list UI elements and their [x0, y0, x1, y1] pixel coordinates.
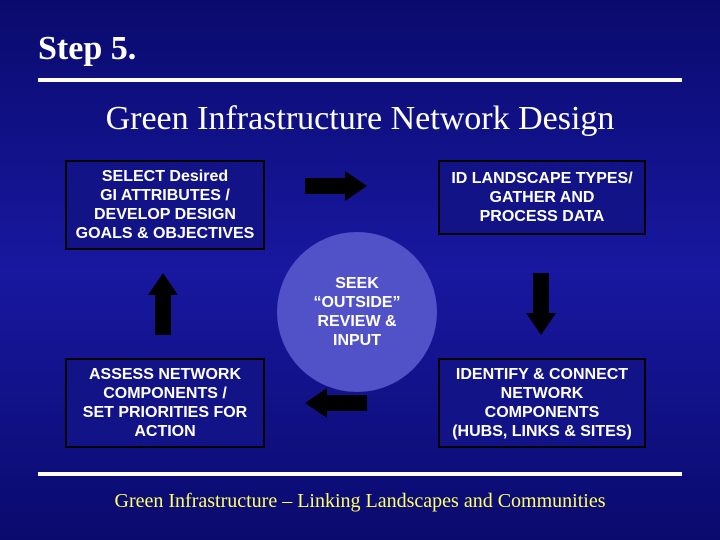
- center-circle: SEEK“OUTSIDE”REVIEW &INPUT: [277, 232, 437, 392]
- box-identify-network: IDENTIFY & CONNECTNETWORKCOMPONENTS(HUBS…: [438, 358, 646, 448]
- slide: Step 5. Green Infrastructure Network Des…: [0, 0, 720, 540]
- footer-text: Green Infrastructure – Linking Landscape…: [0, 490, 720, 513]
- slide-title: Green Infrastructure Network Design: [0, 100, 720, 138]
- box-assess-network: ASSESS NETWORKCOMPONENTS /SET PRIORITIES…: [65, 358, 265, 448]
- divider-bottom: [38, 472, 682, 476]
- box-text: ASSESS NETWORKCOMPONENTS /SET PRIORITIES…: [83, 365, 247, 442]
- box-select-attributes: SELECT DesiredGI ATTRIBUTES /DEVELOP DES…: [65, 160, 265, 250]
- center-text: SEEK“OUTSIDE”REVIEW &INPUT: [313, 274, 400, 351]
- box-text: IDENTIFY & CONNECTNETWORKCOMPONENTS(HUBS…: [452, 365, 632, 442]
- box-text: SELECT DesiredGI ATTRIBUTES /DEVELOP DES…: [76, 167, 255, 244]
- box-id-landscape: ID LANDSCAPE TYPES/GATHER ANDPROCESS DAT…: [438, 160, 646, 235]
- box-text: ID LANDSCAPE TYPES/GATHER ANDPROCESS DAT…: [451, 169, 632, 227]
- divider-top: [38, 78, 682, 82]
- step-label: Step 5.: [38, 30, 136, 68]
